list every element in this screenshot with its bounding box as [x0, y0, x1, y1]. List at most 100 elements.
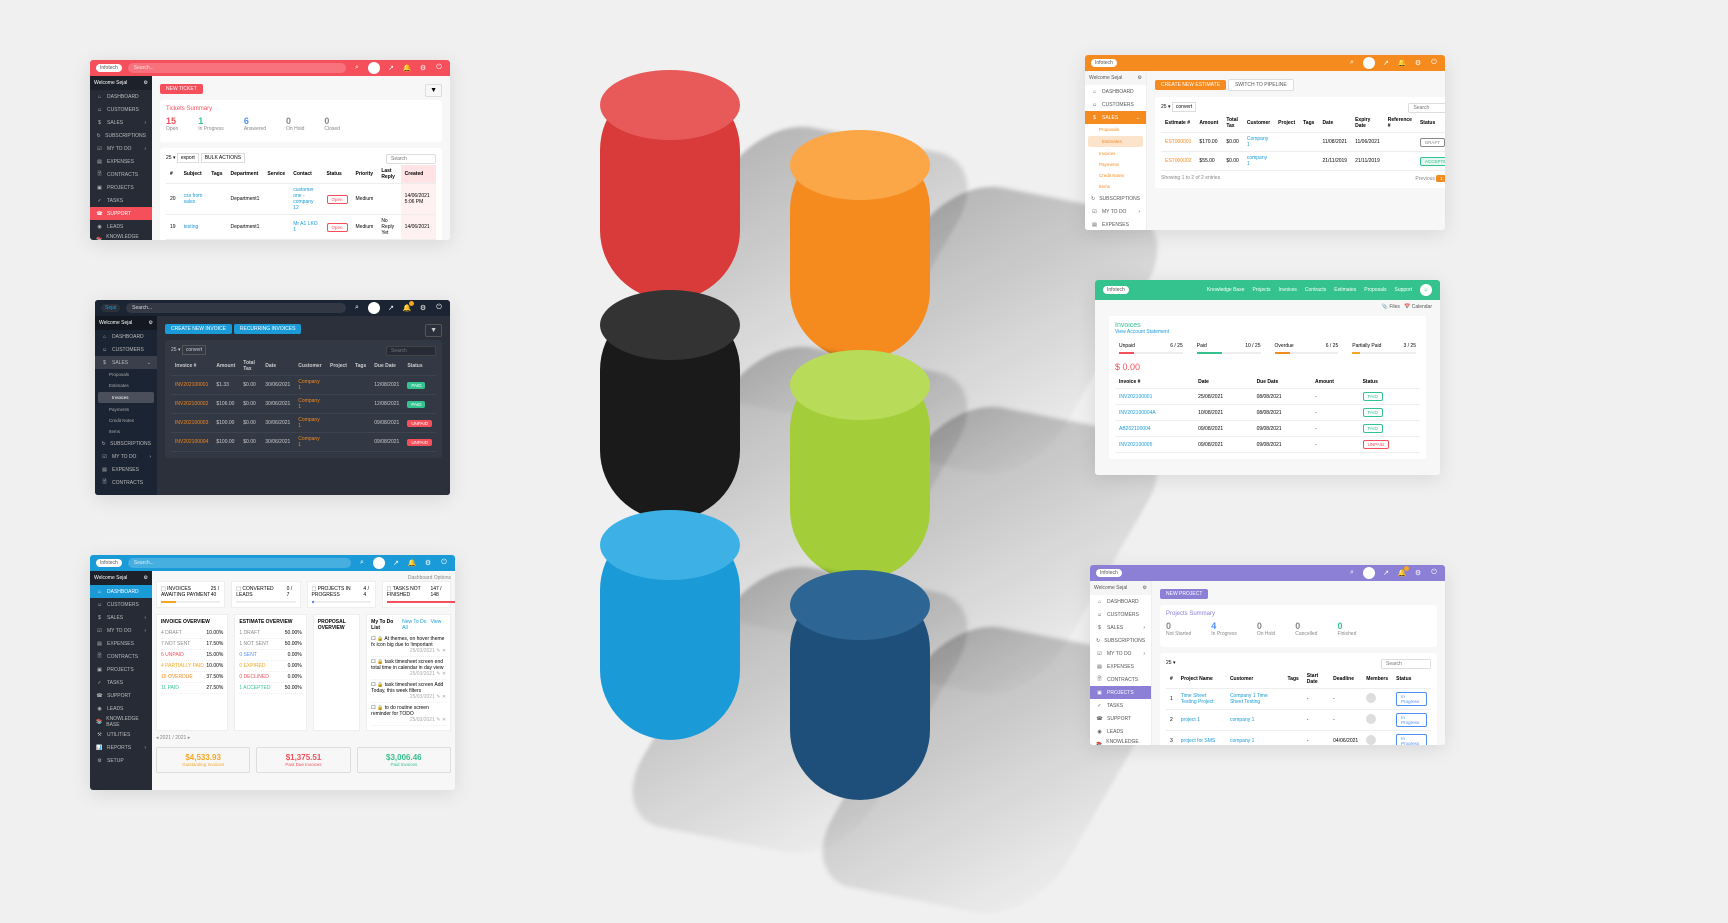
- bell-icon[interactable]: 🔔: [1397, 58, 1407, 68]
- nav-invoices[interactable]: Invoices: [1279, 287, 1297, 293]
- create-invoice-button[interactable]: CREATE NEW INVOICE: [165, 324, 232, 334]
- nav-tasks[interactable]: ✓TASKS: [1090, 699, 1151, 712]
- nav-sales[interactable]: $SALES⌄: [1085, 111, 1146, 124]
- share-icon[interactable]: ↗: [386, 303, 396, 313]
- sub-estimates[interactable]: Estimates: [95, 380, 157, 391]
- table-search[interactable]: [386, 154, 436, 164]
- filter-icon[interactable]: ▼: [425, 324, 442, 337]
- nav-leads[interactable]: ◉LEADS: [90, 220, 152, 233]
- nav-support[interactable]: ☎SUPPORT: [1090, 712, 1151, 725]
- gear-icon[interactable]: ⚙: [423, 558, 433, 568]
- nav-tasks[interactable]: ✓TASKS: [90, 676, 152, 689]
- power-icon[interactable]: ⏻: [434, 63, 444, 73]
- nav-contracts[interactable]: Contracts: [1305, 287, 1326, 293]
- sub-estimates[interactable]: Estimates: [1088, 136, 1143, 147]
- nav-kb[interactable]: Knowledge Base: [1207, 287, 1245, 293]
- nav-support[interactable]: ☎SUPPORT: [90, 207, 152, 220]
- share-icon[interactable]: ↗: [1381, 568, 1391, 578]
- sub-creditnotes[interactable]: Credit Notes: [95, 415, 157, 426]
- power-icon[interactable]: ⏻: [1429, 58, 1439, 68]
- nav-customers[interactable]: ☺CUSTOMERS: [1090, 608, 1151, 621]
- view-statement[interactable]: View Account Statement: [1115, 329, 1420, 335]
- table-search[interactable]: [1408, 103, 1445, 113]
- search-icon[interactable]: ⌕: [357, 558, 367, 568]
- nav-dashboard[interactable]: ⌂DASHBOARD: [90, 585, 152, 598]
- nav-sales[interactable]: $SALES›: [1090, 621, 1151, 634]
- power-icon[interactable]: ⏻: [1429, 568, 1439, 578]
- bell-icon[interactable]: 🔔: [407, 558, 417, 568]
- nav-estimates[interactable]: Estimates: [1334, 287, 1356, 293]
- table-search[interactable]: [1381, 659, 1431, 669]
- convert-button[interactable]: convert: [182, 345, 206, 355]
- search-icon[interactable]: ⌕: [1347, 568, 1357, 578]
- gear-icon[interactable]: ⚙: [418, 303, 428, 313]
- search-input[interactable]: [128, 63, 346, 73]
- nav-proposals[interactable]: Proposals: [1364, 287, 1386, 293]
- new-project-button[interactable]: NEW PROJECT: [1160, 589, 1208, 599]
- nav-sales[interactable]: $SALES›: [90, 611, 152, 624]
- nav-projects[interactable]: Projects: [1252, 287, 1270, 293]
- sub-proposals[interactable]: Proposals: [95, 369, 157, 380]
- sub-items[interactable]: Items: [95, 426, 157, 437]
- nav-subscriptions[interactable]: ↻SUBSCRIPTIONS: [1090, 634, 1151, 647]
- sub-proposals[interactable]: Proposals: [1085, 124, 1146, 135]
- nav-leads[interactable]: ◉LEADS: [90, 702, 152, 715]
- nav-projects[interactable]: ▣PROJECTS: [90, 181, 152, 194]
- sub-invoices[interactable]: Invoices: [98, 392, 154, 403]
- files-link[interactable]: 📎 Files: [1382, 304, 1400, 310]
- page-1[interactable]: 1: [1436, 175, 1445, 182]
- nav-dashboard[interactable]: ⌂DASHBOARD: [90, 90, 152, 103]
- nav-todo[interactable]: ☑MY TO DO›: [1090, 647, 1151, 660]
- convert-button[interactable]: convert: [1172, 102, 1196, 112]
- sub-creditnotes[interactable]: Credit Notes: [1085, 170, 1146, 181]
- search-icon[interactable]: ⌕: [1347, 58, 1357, 68]
- nav-expenses[interactable]: ▤EXPENSES: [90, 637, 152, 650]
- nav-contracts[interactable]: 🗎CONTRACTS: [90, 168, 152, 181]
- search-icon[interactable]: ⌕: [352, 63, 362, 73]
- nav-kb[interactable]: 📚KNOWLEDGE BASE: [90, 233, 152, 240]
- nav-subscriptions[interactable]: ↻SUBSCRIPTIONS: [1085, 192, 1146, 205]
- avatar[interactable]: [1363, 567, 1375, 579]
- share-icon[interactable]: ↗: [386, 63, 396, 73]
- search-input[interactable]: [126, 303, 346, 313]
- bulk-button[interactable]: BULK ACTIONS: [201, 153, 245, 163]
- nav-customers[interactable]: ☺CUSTOMERS: [95, 343, 157, 356]
- nav-dashboard[interactable]: ⌂DASHBOARD: [1090, 595, 1151, 608]
- nav-expenses[interactable]: ▤EXPENSES: [1090, 660, 1151, 673]
- nav-expenses[interactable]: ▤EXPENSES: [95, 463, 157, 476]
- nav-customers[interactable]: ☺CUSTOMERS: [90, 103, 152, 116]
- bell-icon[interactable]: 🔔: [402, 303, 412, 313]
- avatar[interactable]: [373, 557, 385, 569]
- sub-items[interactable]: Items: [1085, 181, 1146, 192]
- nav-sales[interactable]: $SALES⌄: [95, 356, 157, 369]
- share-icon[interactable]: ↗: [1381, 58, 1391, 68]
- nav-projects[interactable]: ▣PROJECTS: [1090, 686, 1151, 699]
- nav-sales[interactable]: $SALES›: [90, 116, 152, 129]
- nav-subscriptions[interactable]: ↻SUBSCRIPTIONS: [95, 437, 157, 450]
- nav-contracts[interactable]: 🗎CONTRACTS: [1090, 673, 1151, 686]
- nav-reports[interactable]: 📊REPORTS›: [90, 741, 152, 754]
- user-icon[interactable]: ☺: [1420, 284, 1432, 296]
- nav-support[interactable]: ☎SUPPORT: [90, 689, 152, 702]
- nav-customers[interactable]: ☺CUSTOMERS: [1085, 98, 1146, 111]
- gear-icon[interactable]: ⚙: [1413, 58, 1423, 68]
- nav-utilities[interactable]: ⚒UTILITIES: [90, 728, 152, 741]
- recurring-button[interactable]: RECURRING INVOICES: [234, 324, 302, 334]
- nav-dashboard[interactable]: ⌂DASHBOARD: [1085, 85, 1146, 98]
- nav-tasks[interactable]: ✓TASKS: [90, 194, 152, 207]
- nav-todo[interactable]: ☑MY TO DO›: [90, 624, 152, 637]
- nav-dashboard[interactable]: ⌂DASHBOARD: [95, 330, 157, 343]
- nav-leads[interactable]: ◉LEADS: [1090, 725, 1151, 738]
- nav-contracts[interactable]: 🗎CONTRACTS: [90, 650, 152, 663]
- new-ticket-button[interactable]: NEW TICKET: [160, 84, 203, 94]
- prev-button[interactable]: Previous: [1415, 176, 1434, 182]
- avatar[interactable]: [368, 62, 380, 74]
- nav-support[interactable]: Support: [1394, 287, 1412, 293]
- nav-expenses[interactable]: ▤EXPENSES: [90, 155, 152, 168]
- nav-expenses[interactable]: ▤EXPENSES: [1085, 218, 1146, 230]
- nav-setup[interactable]: ⚙SETUP: [90, 754, 152, 767]
- search-input[interactable]: [128, 558, 351, 568]
- avatar[interactable]: [1363, 57, 1375, 69]
- filter-icon[interactable]: ▼: [425, 84, 442, 97]
- gear-icon[interactable]: ⚙: [1413, 568, 1423, 578]
